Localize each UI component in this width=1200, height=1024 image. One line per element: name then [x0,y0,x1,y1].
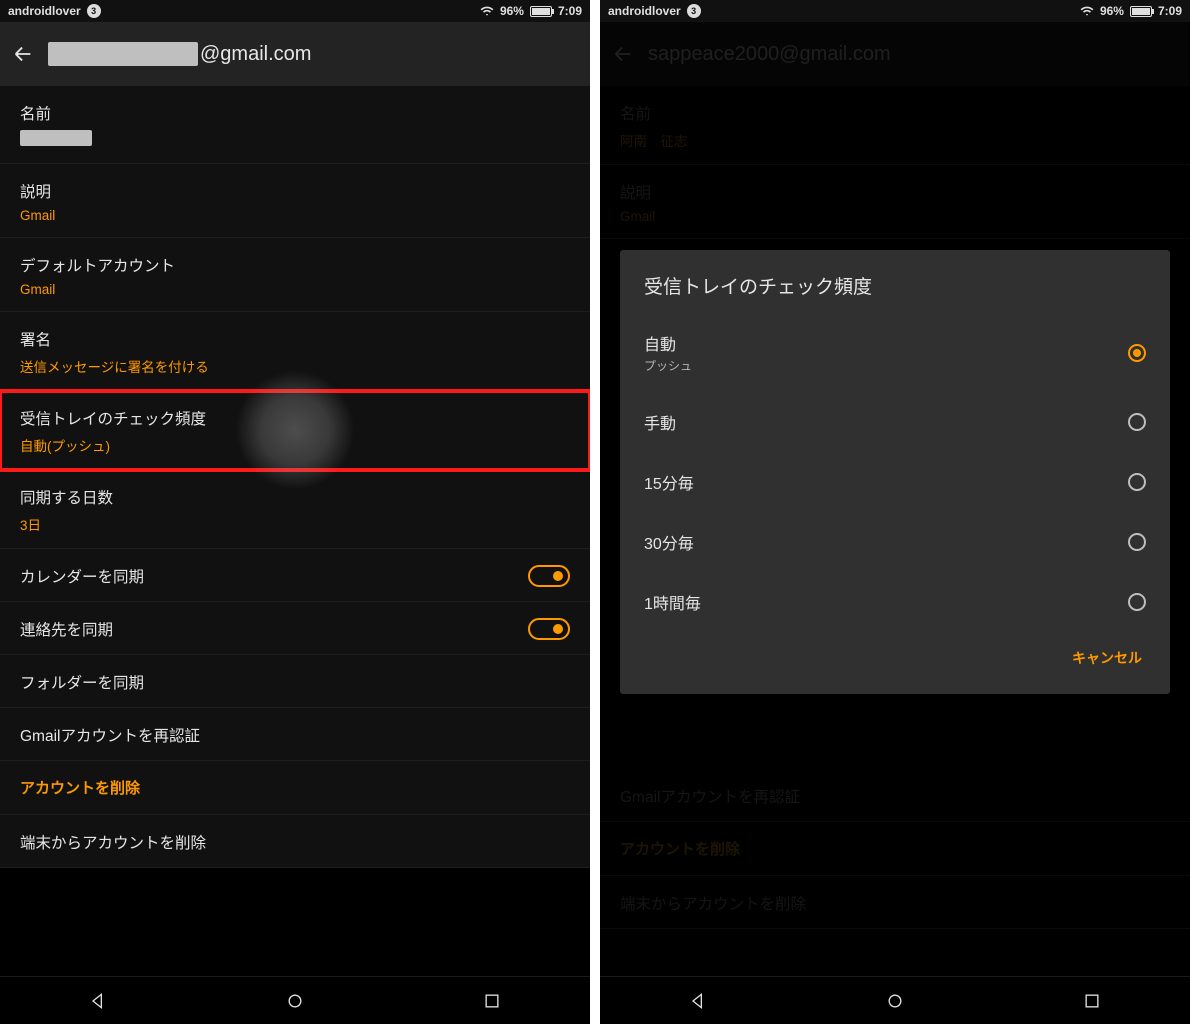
nav-home-icon[interactable] [275,981,315,1021]
back-button[interactable] [612,43,634,65]
battery-percent: 96% [1100,4,1124,18]
setting-remove-from-device[interactable]: 端末からアカウントを削除 [0,815,590,868]
redacted-block [48,42,198,66]
battery-percent: 96% [500,4,524,18]
redacted-block [20,130,570,149]
radio-selected-icon[interactable] [1128,344,1146,362]
cancel-button[interactable]: キャンセル [1068,640,1146,676]
setting-sync-days[interactable]: 同期する日数 3日 [0,470,590,549]
notification-count-badge: 3 [687,4,701,18]
setting-reauth-gmail: Gmailアカウントを再認証 [600,769,1190,822]
screenshot-right: androidlover 3 96% 7:09 sappeace2000@gma… [600,0,1190,1024]
status-time: 7:09 [1158,4,1182,18]
setting-remove-from-device: 端末からアカウントを削除 [600,876,1190,929]
option-manual[interactable]: 手動 [644,392,1146,452]
app-bar: sappeace2000@gmail.com [600,22,1190,86]
radio-icon[interactable] [1128,413,1146,431]
android-nav-bar [600,976,1190,1024]
option-1hour[interactable]: 1時間毎 [644,572,1146,632]
status-time: 7:09 [558,4,582,18]
radio-icon[interactable] [1128,593,1146,611]
back-button[interactable] [12,43,34,65]
android-nav-bar [0,976,590,1024]
screenshot-left: androidlover 3 96% 7:09 @gmail.com [0,0,590,1024]
battery-icon [1130,6,1152,17]
status-bar: androidlover 3 96% 7:09 [600,0,1190,22]
radio-icon[interactable] [1128,473,1146,491]
toggle-on[interactable] [528,565,570,587]
setting-signature[interactable]: 署名 送信メッセージに署名を付ける [0,312,590,391]
notification-count-badge: 3 [87,4,101,18]
radio-icon[interactable] [1128,533,1146,551]
page-title: @gmail.com [48,42,311,66]
setting-name[interactable]: 名前 [0,86,590,164]
status-carrier: androidlover [8,4,81,18]
section-delete-account: アカウントを削除 [0,761,590,815]
dialog-title: 受信トレイのチェック頻度 [644,272,1146,299]
status-bar: androidlover 3 96% 7:09 [0,0,590,22]
setting-sync-folders[interactable]: フォルダーを同期 [0,655,590,708]
option-30min[interactable]: 30分毎 [644,512,1146,572]
setting-description[interactable]: 説明 Gmail [0,164,590,238]
toggle-on[interactable] [528,618,570,640]
nav-recent-icon[interactable] [1072,981,1112,1021]
app-bar: @gmail.com [0,22,590,86]
wifi-icon [480,4,494,18]
section-delete-account: アカウントを削除 [600,822,1190,876]
setting-reauth-gmail[interactable]: Gmailアカウントを再認証 [0,708,590,761]
battery-icon [530,6,552,17]
setting-name: 名前 阿南 征志 [600,86,1190,165]
wifi-icon [1080,4,1094,18]
setting-description: 説明 Gmail [600,165,1190,239]
nav-back-icon[interactable] [78,981,118,1021]
setting-inbox-check-frequency[interactable]: 受信トレイのチェック頻度 自動(プッシュ) [0,391,590,470]
option-auto[interactable]: 自動 プッシュ [644,313,1146,392]
setting-default-account[interactable]: デフォルトアカウント Gmail [0,238,590,312]
option-15min[interactable]: 15分毎 [644,452,1146,512]
nav-back-icon[interactable] [678,981,718,1021]
nav-recent-icon[interactable] [472,981,512,1021]
page-title: sappeace2000@gmail.com [648,43,891,66]
status-carrier: androidlover [608,4,681,18]
setting-sync-calendar[interactable]: カレンダーを同期 [0,549,590,602]
inbox-frequency-dialog: 受信トレイのチェック頻度 自動 プッシュ 手動 15分毎 30分毎 [620,250,1170,694]
nav-home-icon[interactable] [875,981,915,1021]
setting-sync-contacts[interactable]: 連絡先を同期 [0,602,590,655]
